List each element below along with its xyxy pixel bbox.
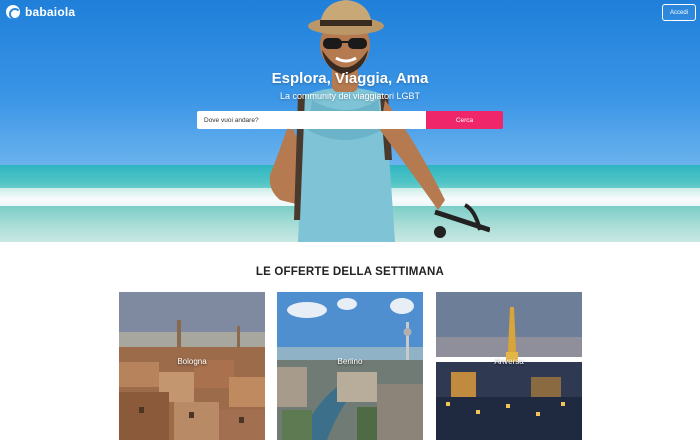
hero-banner: babaiola Accedi Esplora, Viaggia, Ama La… bbox=[0, 0, 700, 242]
brand-name: babaiola bbox=[25, 5, 76, 19]
offers-section-title: LE OFFERTE DELLA SETTIMANA bbox=[255, 266, 445, 278]
offer-card-anversa[interactable]: Anversa bbox=[436, 292, 582, 440]
destination-search-input[interactable] bbox=[197, 111, 426, 129]
babaiola-logo-icon bbox=[6, 5, 21, 20]
brand-logo[interactable]: babaiola bbox=[6, 5, 76, 20]
anversa-city-image bbox=[436, 292, 582, 440]
hero-title: Esplora, Viaggia, Ama bbox=[271, 70, 429, 87]
offer-card-bologna[interactable]: Bologna bbox=[119, 292, 265, 440]
offer-card-berlino[interactable]: Berlino bbox=[277, 292, 423, 440]
offer-card-city-label: Bologna bbox=[177, 357, 207, 366]
offer-card-city-label: Berlino bbox=[337, 357, 363, 366]
search-button[interactable]: Cerca bbox=[426, 111, 503, 129]
login-button[interactable]: Accedi bbox=[662, 4, 696, 21]
berlino-city-image bbox=[277, 292, 423, 440]
bologna-city-image bbox=[119, 292, 265, 440]
hero-subtitle: La community dei viaggiatori LGBT bbox=[279, 91, 421, 101]
offer-card-city-label: Anversa bbox=[494, 357, 524, 366]
